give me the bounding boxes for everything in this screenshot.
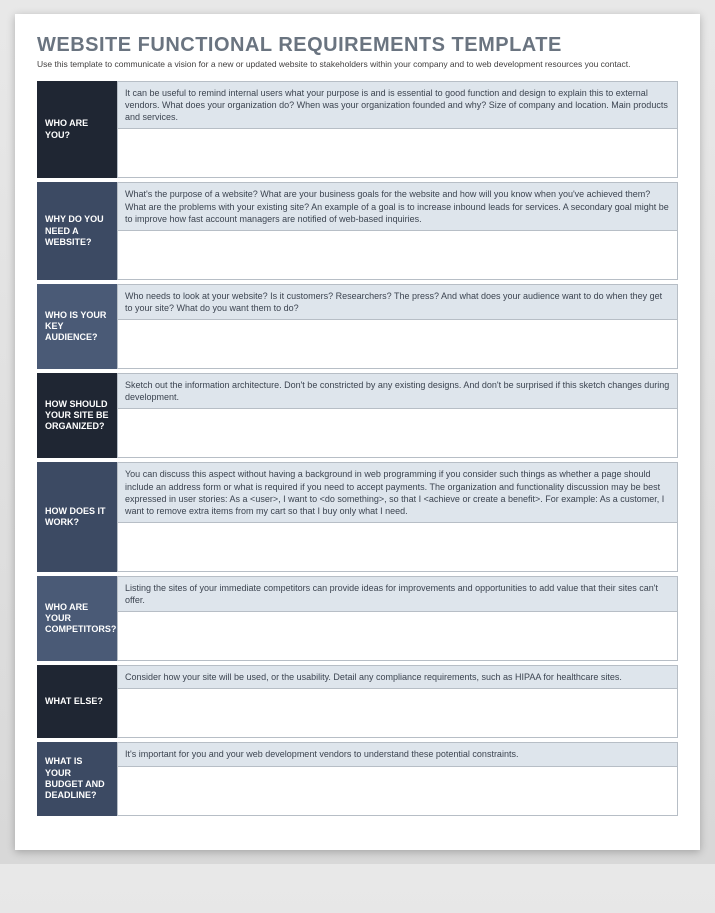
section-body: It's important for you and your web deve… [117,742,678,815]
section-label: WHAT IS YOUR BUDGET AND DEADLINE? [37,742,117,815]
section-row: WHAT IS YOUR BUDGET AND DEADLINE?It's im… [37,742,678,815]
section-body: You can discuss this aspect without havi… [117,462,678,572]
section-row: HOW DOES IT WORK?You can discuss this as… [37,462,678,572]
section-label: HOW SHOULD YOUR SITE BE ORGANIZED? [37,373,117,458]
section-body: Who needs to look at your website? Is it… [117,284,678,369]
section-body: What's the purpose of a website? What ar… [117,182,678,279]
section-hint: You can discuss this aspect without havi… [118,463,677,523]
section-input-area[interactable] [118,231,677,279]
page-subtitle: Use this template to communicate a visio… [37,59,678,69]
section-label: WHO IS YOUR KEY AUDIENCE? [37,284,117,369]
sections-container: WHO ARE YOU?It can be useful to remind i… [37,81,678,816]
section-row: WHAT ELSE?Consider how your site will be… [37,665,678,738]
section-label: WHAT ELSE? [37,665,117,738]
section-label: WHO ARE YOU? [37,81,117,178]
section-body: Consider how your site will be used, or … [117,665,678,738]
section-input-area[interactable] [118,523,677,571]
section-body: Listing the sites of your immediate comp… [117,576,678,661]
section-input-area[interactable] [118,689,677,737]
section-body: Sketch out the information architecture.… [117,373,678,458]
section-input-area[interactable] [118,129,677,177]
section-row: WHO ARE YOU?It can be useful to remind i… [37,81,678,178]
section-label: WHO ARE YOUR COMPETITORS? [37,576,117,661]
section-row: WHO IS YOUR KEY AUDIENCE?Who needs to lo… [37,284,678,369]
section-row: WHO ARE YOUR COMPETITORS?Listing the sit… [37,576,678,661]
section-input-area[interactable] [118,320,677,368]
section-hint: Listing the sites of your immediate comp… [118,577,677,612]
page-title: WEBSITE FUNCTIONAL REQUIREMENTS TEMPLATE [37,34,678,57]
section-body: It can be useful to remind internal user… [117,81,678,178]
section-label: HOW DOES IT WORK? [37,462,117,572]
section-label: WHY DO YOU NEED A WEBSITE? [37,182,117,279]
section-hint: It can be useful to remind internal user… [118,82,677,129]
section-hint: Who needs to look at your website? Is it… [118,285,677,320]
section-hint: Sketch out the information architecture.… [118,374,677,409]
section-hint: Consider how your site will be used, or … [118,666,677,689]
section-hint: It's important for you and your web deve… [118,743,677,766]
section-row: HOW SHOULD YOUR SITE BE ORGANIZED?Sketch… [37,373,678,458]
section-input-area[interactable] [118,767,677,815]
document-sheet: WEBSITE FUNCTIONAL REQUIREMENTS TEMPLATE… [15,14,700,850]
section-input-area[interactable] [118,612,677,660]
section-row: WHY DO YOU NEED A WEBSITE?What's the pur… [37,182,678,279]
section-input-area[interactable] [118,409,677,457]
section-hint: What's the purpose of a website? What ar… [118,183,677,230]
